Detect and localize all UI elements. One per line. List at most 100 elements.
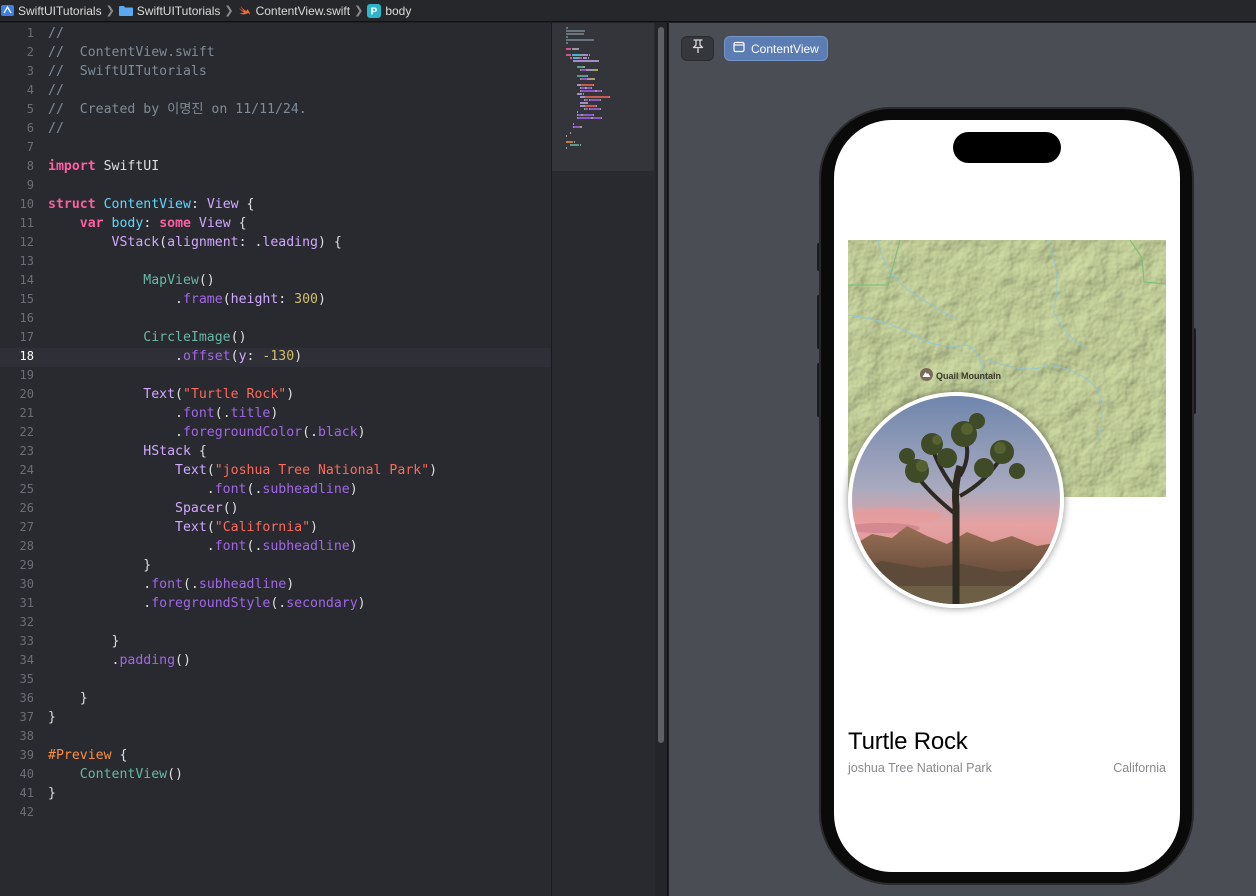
code-line[interactable]: 12 VStack(alignment: .leading) { <box>0 233 551 252</box>
code-line[interactable]: 36 } <box>0 689 551 708</box>
editor-scrollbar[interactable] <box>655 23 668 896</box>
code-token: font <box>214 539 247 554</box>
scrollbar-thumb[interactable] <box>658 27 664 743</box>
code-line[interactable]: 39 #Preview { <box>0 746 551 765</box>
code-line[interactable]: 27 Text("California") <box>0 518 551 537</box>
minimap-token <box>583 57 587 59</box>
code-token: ContentView <box>79 767 168 782</box>
code-line[interactable]: 17 CircleImage() <box>0 328 551 347</box>
code-token: ) <box>357 425 366 440</box>
code-line[interactable]: 33 } <box>0 632 551 651</box>
code-line[interactable]: 4 // <box>0 81 551 100</box>
code-line[interactable]: 42 <box>0 803 551 822</box>
minimap-token <box>566 30 585 32</box>
code-line[interactable]: 40 ContentView() <box>0 765 551 784</box>
code-line[interactable]: 34 .padding() <box>0 651 551 670</box>
code-line[interactable]: 15 .frame(height: 300) <box>0 290 551 309</box>
code-token: height <box>230 292 279 307</box>
code-line[interactable]: 30 .font(.subheadline) <box>0 575 551 594</box>
code-line[interactable]: 25 .font(.subheadline) <box>0 480 551 499</box>
code-line[interactable]: 23 HStack { <box>0 442 551 461</box>
code-line[interactable]: 6 // <box>0 119 551 138</box>
line-number: 12 <box>19 235 34 249</box>
breadcrumb-file[interactable]: ContentView.swift <box>238 0 350 21</box>
code-token: title <box>230 406 271 421</box>
minimap-token <box>566 54 572 56</box>
code-line[interactable]: 37} <box>0 708 551 727</box>
minimap-token <box>600 99 602 101</box>
code-line[interactable]: 18 .offset(y: -130) <box>0 347 551 366</box>
code-line[interactable]: 38 <box>0 727 551 746</box>
circle-image[interactable] <box>848 392 1064 608</box>
preview-tab-label: ContentView <box>751 41 819 56</box>
code-token: ContentView <box>103 197 191 212</box>
code-line[interactable]: 22 .foregroundColor(.black) <box>0 423 551 442</box>
code-line[interactable]: 20 Text("Turtle Rock") <box>0 385 551 404</box>
line-number: 28 <box>19 539 34 553</box>
line-number: 7 <box>26 140 34 154</box>
line-number: 2 <box>26 45 34 59</box>
line-code: // <box>48 81 64 100</box>
line-code: Text("California") <box>48 518 318 537</box>
line-number: 21 <box>19 406 34 420</box>
line-number: 17 <box>19 330 34 344</box>
code-line[interactable]: 32 <box>0 613 551 632</box>
minimap-token <box>586 75 589 77</box>
code-line[interactable]: 41} <box>0 784 551 803</box>
chevron-right-icon: ❯ <box>224 5 234 17</box>
code-line[interactable]: 14 MapView() <box>0 271 551 290</box>
line-code: VStack(alignment: .leading) { <box>48 233 342 252</box>
code-token: secondary <box>286 596 358 611</box>
code-token: "California" <box>214 520 311 535</box>
code-line[interactable]: 35 <box>0 670 551 689</box>
code-token: (. <box>214 406 231 421</box>
code-token: ) <box>270 406 279 421</box>
code-line[interactable]: 21 .font(.title) <box>0 404 551 423</box>
code-line[interactable]: 28 .font(.subheadline) <box>0 537 551 556</box>
breadcrumb-symbol[interactable]: P body <box>367 0 411 21</box>
preview-tab-contentview[interactable]: ContentView <box>724 36 828 61</box>
line-number: 42 <box>19 805 34 819</box>
code-line[interactable]: 3 // SwiftUITutorials <box>0 62 551 81</box>
line-number: 22 <box>19 425 34 439</box>
code-token: () <box>198 273 215 288</box>
code-line[interactable]: 2 // ContentView.swift <box>0 43 551 62</box>
code-line[interactable]: 24 Text("joshua Tree National Park") <box>0 461 551 480</box>
minimap-token <box>584 96 610 98</box>
code-line[interactable]: 7 <box>0 138 551 157</box>
line-number: 9 <box>26 178 34 192</box>
code-line[interactable]: 8 import SwiftUI <box>0 157 551 176</box>
line-number: 36 <box>19 691 34 705</box>
code-token: { <box>230 216 247 231</box>
line-number: 20 <box>19 387 34 401</box>
code-line[interactable]: 29 } <box>0 556 551 575</box>
pin-button[interactable] <box>681 36 714 61</box>
code-line[interactable]: 11 var body: some View { <box>0 214 551 233</box>
code-token: . <box>48 425 183 440</box>
code-line[interactable]: 31 .foregroundStyle(.secondary) <box>0 594 551 613</box>
map-poi-label[interactable]: Quail Mountain <box>920 368 1001 383</box>
line-number: 39 <box>19 748 34 762</box>
code-token: Spacer <box>175 501 223 516</box>
code-line[interactable]: 13 <box>0 252 551 271</box>
breadcrumb-project[interactable]: SwiftUITutorials <box>0 0 102 21</box>
code-token: ) <box>349 539 358 554</box>
code-line[interactable]: 1 // <box>0 24 551 43</box>
minimap[interactable] <box>551 23 655 896</box>
code-token: MapView <box>143 273 199 288</box>
code-line[interactable]: 9 <box>0 176 551 195</box>
code-line[interactable]: 26 Spacer() <box>0 499 551 518</box>
breadcrumb-group[interactable]: SwiftUITutorials <box>118 0 220 21</box>
code-editor[interactable]: 1 // 2 // ContentView.swift 3 // SwiftUITutor… <box>0 23 551 896</box>
code-token: ) { <box>318 235 342 250</box>
code-line[interactable]: 10 struct ContentView: View { <box>0 195 551 214</box>
code-line[interactable]: 16 <box>0 309 551 328</box>
code-line[interactable]: 19 <box>0 366 551 385</box>
code-line[interactable]: 5 // Created by 이명진 on 11/11/24. <box>0 100 551 119</box>
code-token: ) <box>310 520 318 535</box>
code-token: (. <box>302 425 318 440</box>
minimap-token <box>572 54 583 56</box>
